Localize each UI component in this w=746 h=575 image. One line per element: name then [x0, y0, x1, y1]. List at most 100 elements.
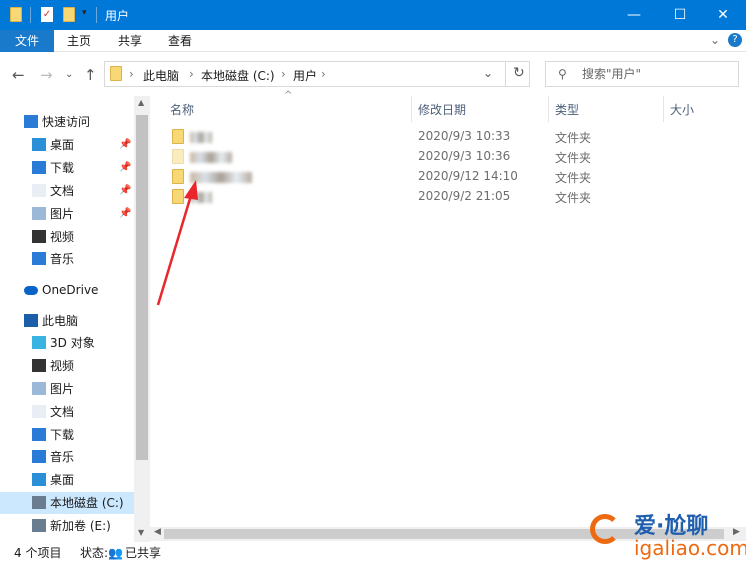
column-header-name[interactable]: 名称 — [170, 98, 194, 122]
scroll-down-icon[interactable]: ▼ — [138, 528, 144, 537]
sidebar-item[interactable]: 桌面 📌 — [0, 134, 134, 156]
search-input[interactable]: ⚲ 搜索"用户" — [545, 61, 739, 87]
sidebar-item-label: 文档 — [50, 405, 75, 419]
window-title: 用户 — [105, 9, 130, 23]
title-bar: ✓ ▾ 用户 — ☐ ✕ — [0, 0, 746, 30]
music-icon — [32, 252, 46, 265]
download-icon — [32, 161, 46, 174]
tab-home[interactable]: 主页 — [55, 30, 103, 52]
address-dropdown-icon[interactable]: ⌄ — [483, 66, 493, 80]
tab-share[interactable]: 共享 — [106, 30, 154, 52]
close-button[interactable]: ✕ — [700, 0, 746, 30]
file-row[interactable]: 2020/9/3 10:36 文件夹 — [160, 147, 740, 167]
tab-file[interactable]: 文件 — [0, 30, 54, 52]
pin-icon[interactable]: 📌 — [119, 134, 131, 156]
file-name-redacted — [190, 132, 212, 143]
file-row[interactable]: 2020/9/3 10:33 文件夹 — [160, 127, 740, 147]
drive-icon — [32, 519, 46, 532]
sidebar-item-label: 视频 — [50, 230, 75, 244]
sidebar-item[interactable]: 音乐 — [0, 248, 134, 270]
sidebar-item-label: 此电脑 — [42, 314, 79, 328]
sidebar-item[interactable]: 此电脑 — [0, 310, 134, 332]
breadcrumb-c-drive[interactable]: 本地磁盘 (C:) — [201, 67, 275, 84]
file-date: 2020/9/2 21:05 — [418, 189, 511, 203]
chevron-right-icon: › — [281, 67, 286, 81]
sidebar-item-label: 音乐 — [50, 450, 75, 464]
sidebar-item-label: 桌面 — [50, 473, 75, 487]
annotation-arrow — [156, 180, 198, 306]
divider — [96, 7, 97, 23]
folder-icon — [172, 149, 184, 164]
sidebar-item[interactable]: 文档 — [0, 401, 134, 423]
column-divider[interactable] — [411, 96, 412, 122]
navigation-pane: 快速访问 桌面 📌 下载 📌 文档 📌 图片 📌 视频 音乐 OneDrive 此电脑 3D 对象 视频 图片… — [0, 96, 150, 542]
recent-dropdown-icon[interactable]: ⌄ — [65, 69, 73, 80]
sidebar-item[interactable]: 新加卷 (E:) — [0, 515, 134, 537]
sidebar-item[interactable]: 下载 📌 — [0, 157, 134, 179]
search-placeholder: 搜索"用户" — [582, 67, 642, 81]
sidebar-item[interactable]: 3D 对象 — [0, 332, 134, 354]
forward-button[interactable]: → — [40, 66, 53, 84]
sidebar-scroll-thumb[interactable] — [136, 115, 148, 460]
minimize-button[interactable]: — — [611, 0, 657, 30]
divider — [505, 62, 506, 86]
chevron-right-icon[interactable]: › — [321, 67, 326, 81]
sidebar-item-label: 图片 — [50, 382, 75, 396]
sidebar-item[interactable]: 图片 — [0, 378, 134, 400]
maximize-button[interactable]: ☐ — [657, 0, 703, 30]
sidebar-item[interactable]: 桌面 — [0, 469, 134, 491]
cloud-icon — [24, 286, 38, 295]
star-icon — [24, 115, 38, 128]
help-icon[interactable]: ? — [728, 33, 742, 47]
item-count: 4 个项目 — [14, 546, 62, 560]
status-value: 已共享 — [125, 546, 162, 560]
back-button[interactable]: ← — [12, 66, 25, 84]
drive-icon — [32, 496, 46, 509]
refresh-icon[interactable]: ↻ — [513, 65, 525, 81]
customize-dropdown-icon[interactable]: ▾ — [82, 8, 87, 18]
document-icon — [32, 184, 46, 197]
new-folder-icon[interactable] — [63, 7, 75, 22]
sidebar-item[interactable]: 本地磁盘 (C:) — [0, 492, 134, 514]
pin-icon[interactable]: 📌 — [119, 180, 131, 202]
column-header-size[interactable]: 大小 — [670, 98, 694, 122]
scroll-left-icon[interactable]: ◀ — [154, 527, 161, 537]
file-date: 2020/9/12 14:10 — [418, 169, 518, 183]
scroll-up-icon[interactable]: ▲ — [138, 98, 144, 107]
sidebar-item[interactable]: OneDrive — [0, 279, 134, 301]
address-bar[interactable]: › 此电脑 › 本地磁盘 (C:) › 用户 › ⌄ ↻ — [104, 61, 530, 87]
divider — [30, 7, 31, 23]
column-header-date[interactable]: 修改日期 — [418, 98, 466, 122]
sidebar-item-label: 新加卷 (E:) — [50, 519, 111, 533]
column-divider[interactable] — [663, 96, 664, 122]
folder-icon[interactable] — [10, 7, 22, 22]
search-icon: ⚲ — [558, 67, 567, 81]
computer-icon — [24, 314, 38, 327]
picture-icon — [32, 382, 46, 395]
folder-icon — [110, 66, 122, 81]
up-button[interactable]: ↑ — [84, 66, 97, 84]
sidebar-item[interactable]: 视频 — [0, 226, 134, 248]
properties-icon[interactable]: ✓ — [41, 7, 53, 22]
file-row[interactable]: 2020/9/12 14:10 文件夹 — [160, 167, 740, 187]
sidebar-item[interactable]: 文档 📌 — [0, 180, 134, 202]
sidebar-item-label: 图片 — [50, 207, 75, 221]
sidebar-item[interactable]: 快速访问 — [0, 111, 134, 133]
tab-view[interactable]: 查看 — [156, 30, 204, 52]
sidebar-item[interactable]: 图片 📌 — [0, 203, 134, 225]
pin-icon[interactable]: 📌 — [119, 157, 131, 179]
sidebar-item[interactable]: 下载 — [0, 424, 134, 446]
column-divider[interactable] — [548, 96, 549, 122]
sidebar-item-label: 下载 — [50, 161, 75, 175]
file-row[interactable]: 2020/9/2 21:05 文件夹 — [160, 187, 740, 207]
sidebar-item[interactable]: 视频 — [0, 355, 134, 377]
watermark-logo: 爱·尬聊 igaliao.com — [590, 506, 746, 566]
column-header-type[interactable]: 类型 — [555, 98, 579, 122]
chevron-right-icon: › — [189, 67, 194, 81]
pin-icon[interactable]: 📌 — [119, 203, 131, 225]
file-name-redacted — [190, 152, 232, 163]
expand-ribbon-icon[interactable]: ⌄ — [710, 33, 720, 47]
breadcrumb-this-pc[interactable]: 此电脑 — [143, 67, 179, 84]
sidebar-item[interactable]: 音乐 — [0, 446, 134, 468]
breadcrumb-users[interactable]: 用户 — [293, 67, 317, 84]
